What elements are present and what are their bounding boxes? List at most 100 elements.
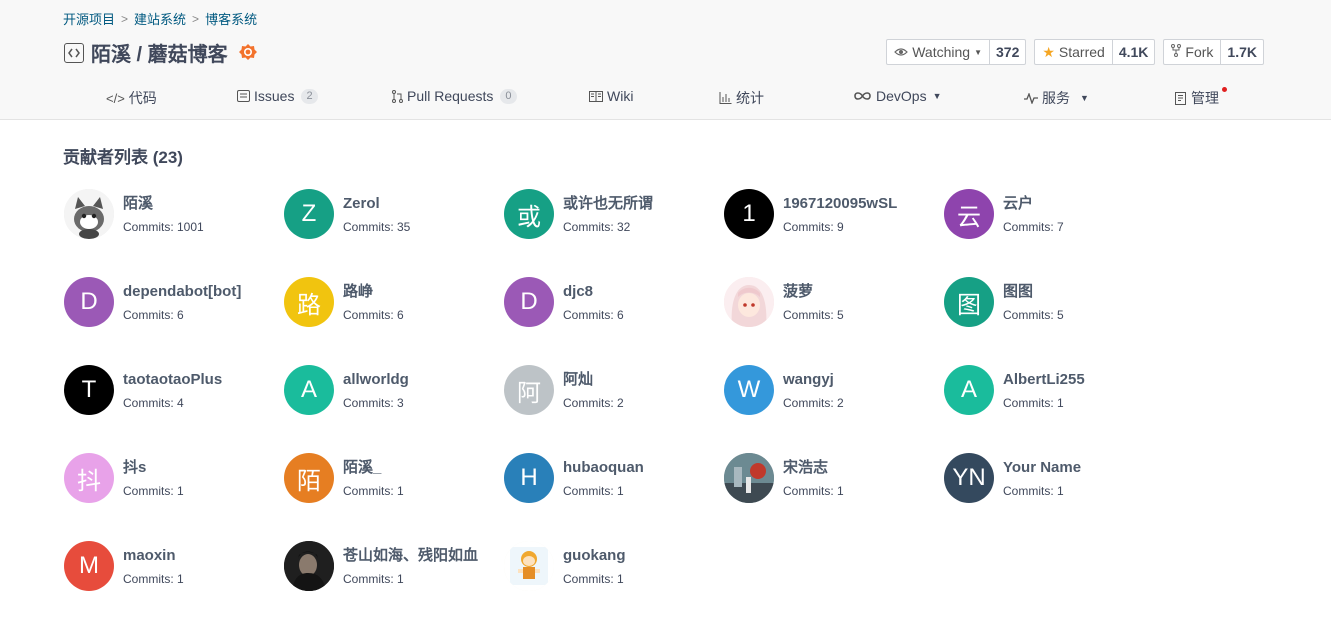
breadcrumb-item-blog[interactable]: 博客系统 [205,9,257,28]
avatar[interactable]: A [944,365,994,415]
contributor-name[interactable]: 云户 [1003,194,1064,214]
avatar[interactable]: 阿 [504,365,554,415]
avatar[interactable]: A [284,365,334,415]
contributor-name[interactable]: AlbertLi255 [1003,370,1085,390]
commit-count: Commits: 2 [563,395,624,410]
contributor-name[interactable]: dependabot[bot] [123,282,241,302]
contributor-name[interactable]: maoxin [123,546,184,566]
contributor-item[interactable]: Z Zerol Commits: 35 [284,184,504,244]
tab-issues[interactable]: Issues 2 [237,88,318,104]
avatar[interactable]: 1 [724,189,774,239]
contributor-name[interactable]: 抖s [123,458,184,478]
contributor-name[interactable]: taotaotaoPlus [123,370,222,390]
avatar[interactable] [284,541,334,591]
tab-stats[interactable]: 统计 [719,88,764,108]
fork-button[interactable]: Fork 1.7K [1163,39,1264,65]
contributor-item[interactable]: 菠萝 Commits: 5 [724,272,944,332]
contributor-item[interactable]: TtaotaotaoPlus Commits: 4 [64,360,284,420]
avatar[interactable]: 路 [284,277,334,327]
contributor-name[interactable]: 图图 [1003,282,1064,302]
star-icon: ★ [1042,43,1055,60]
contributor-item[interactable]: A AlbertLi255 Commits: 1 [944,360,1164,420]
contributor-name[interactable]: 陌溪 [123,194,204,214]
tab-devops[interactable]: DevOps ▼ [853,88,942,104]
tab-manage[interactable]: 管理 [1175,87,1227,108]
contributor-name[interactable]: Zerol [343,194,410,214]
tab-code[interactable]: </> 代码 [106,88,157,108]
contributor-name[interactable]: 或许也无所谓 [563,194,653,214]
avatar[interactable]: W [724,365,774,415]
contributor-name[interactable]: hubaoquan [563,458,644,478]
contributor-item[interactable]: Mmaoxin Commits: 1 [64,536,284,596]
avatar[interactable]: 陌 [284,453,334,503]
contributor-item[interactable]: 1 1967120095wSL Commits: 9 [724,184,944,244]
avatar[interactable] [504,541,554,591]
contributor-item[interactable]: 或或许也无所谓 Commits: 32 [504,184,724,244]
contributor-item[interactable]: Aallworldg Commits: 3 [284,360,504,420]
contributor-item[interactable]: Wwangyj Commits: 2 [724,360,944,420]
avatar[interactable]: 图 [944,277,994,327]
watch-button[interactable]: Watching ▼ 372 [886,39,1027,65]
contributor-item[interactable]: 宋浩志 Commits: 1 [724,448,944,508]
tab-wiki[interactable]: Wiki [589,88,633,104]
breadcrumb-item-site[interactable]: 建站系统 [134,9,186,28]
fork-count[interactable]: 1.7K [1221,40,1263,64]
pulse-icon [1024,92,1038,104]
contributor-name[interactable]: 苍山如海、残阳如血 [343,546,478,566]
contributor-name[interactable]: 1967120095wSL [783,194,897,214]
commit-count: Commits: 1 [563,483,624,498]
avatar[interactable]: 抖 [64,453,114,503]
contributor-name[interactable]: 路峥 [343,282,404,302]
contributor-item[interactable]: guokang Commits: 1 [504,536,724,596]
contributor-item[interactable]: 陌溪 Commits: 1001 [64,184,284,244]
avatar[interactable] [724,277,774,327]
notification-dot [1222,87,1227,92]
caret-down-icon: ▼ [1080,93,1089,103]
commit-count: Commits: 6 [563,307,624,322]
avatar[interactable]: M [64,541,114,591]
avatar[interactable] [724,453,774,503]
contributor-item[interactable]: 云云户 Commits: 7 [944,184,1164,244]
contributor-item[interactable]: 苍山如海、残阳如血 Commits: 1 [284,536,504,596]
contributor-name[interactable]: allworldg [343,370,409,390]
contributor-item[interactable]: 抖抖s Commits: 1 [64,448,284,508]
contributor-name[interactable]: guokang [563,546,626,566]
contributor-name[interactable]: 陌溪_ [343,458,404,478]
avatar[interactable]: 云 [944,189,994,239]
contributor-item[interactable]: 阿阿灿 Commits: 2 [504,360,724,420]
avatar[interactable]: H [504,453,554,503]
contributor-item[interactable]: 图图图 Commits: 5 [944,272,1164,332]
contributor-name[interactable]: djc8 [563,282,624,302]
contributor-item[interactable]: 陌陌溪_ Commits: 1 [284,448,504,508]
contributor-name[interactable]: 宋浩志 [783,458,844,478]
contributor-item[interactable]: Ddjc8 Commits: 6 [504,272,724,332]
contributor-name[interactable]: 阿灿 [563,370,624,390]
contributor-name[interactable]: 菠萝 [783,282,844,302]
avatar[interactable]: T [64,365,114,415]
avatar[interactable]: D [504,277,554,327]
gvp-badge-icon[interactable] [238,43,258,63]
contributor-item[interactable]: YN Your Name Commits: 1 [944,448,1164,508]
watch-label: Watching [912,44,971,60]
avatar[interactable]: YN [944,453,994,503]
avatar[interactable]: 或 [504,189,554,239]
repo-title: 陌溪 / 蘑菇博客 [64,38,258,67]
avatar[interactable]: D [64,277,114,327]
contributor-name[interactable]: Your Name [1003,458,1081,478]
contributor-item[interactable]: Ddependabot[bot] Commits: 6 [64,272,284,332]
repo-name[interactable]: 陌溪 / 蘑菇博客 [91,38,228,67]
breadcrumb: 开源项目 > 建站系统 > 博客系统 [63,9,257,28]
star-label: Starred [1058,44,1105,60]
star-button[interactable]: ★ Starred 4.1K [1034,39,1156,65]
contributor-item[interactable]: 路路峥 Commits: 6 [284,272,504,332]
watch-count[interactable]: 372 [990,40,1025,64]
contributor-item[interactable]: Hhubaoquan Commits: 1 [504,448,724,508]
tab-service[interactable]: 服务 ▼ [1024,88,1089,108]
avatar[interactable]: Z [284,189,334,239]
avatar[interactable] [64,189,114,239]
tab-pull-requests[interactable]: Pull Requests 0 [392,88,517,104]
breadcrumb-item-open-source[interactable]: 开源项目 [63,9,115,28]
commit-count: Commits: 6 [343,307,404,322]
contributor-name[interactable]: wangyj [783,370,844,390]
star-count[interactable]: 4.1K [1113,40,1155,64]
